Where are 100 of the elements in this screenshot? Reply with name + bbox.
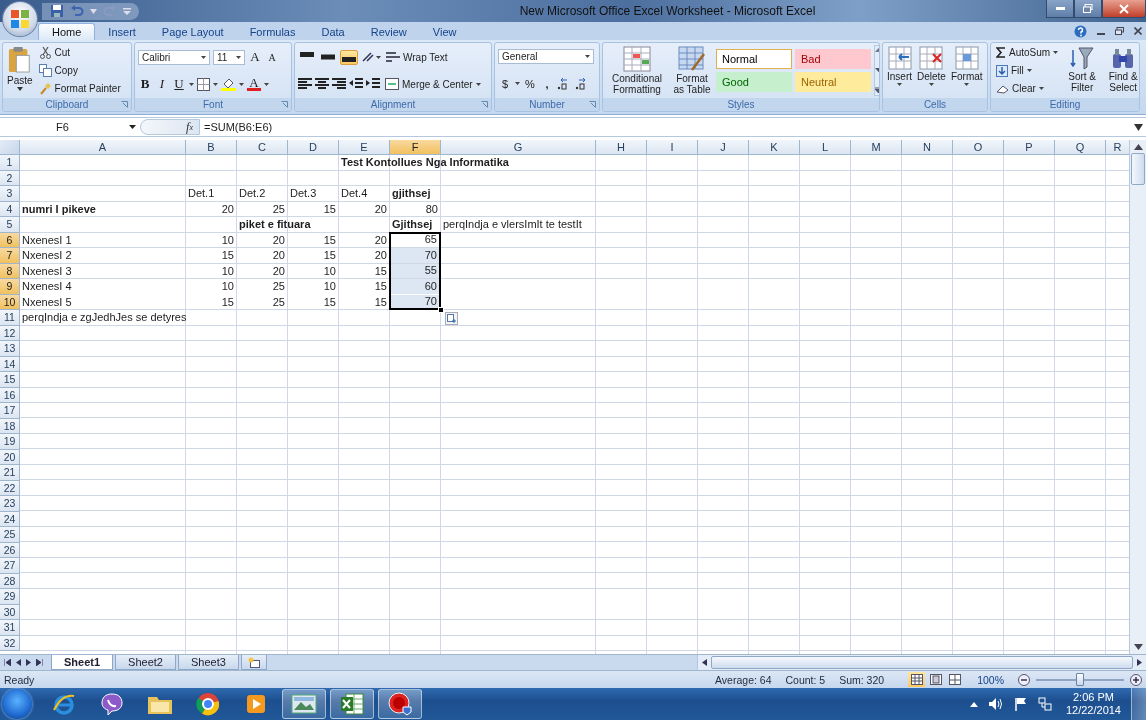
conditional-formatting-button[interactable]: Conditional Formatting	[606, 45, 668, 96]
merge-center-button[interactable]: Merge & Center	[383, 76, 483, 92]
row-header[interactable]: 3	[0, 186, 20, 202]
row-header[interactable]: 19	[0, 434, 20, 450]
office-button[interactable]	[3, 2, 37, 36]
sheet-tab[interactable]: Sheet3	[177, 655, 239, 670]
row-header[interactable]: 21	[0, 465, 20, 481]
row-header[interactable]: 13	[0, 341, 20, 357]
cell-style[interactable]: Neutral	[795, 72, 871, 92]
borders-icon[interactable]	[197, 77, 210, 91]
column-header[interactable]: M	[851, 140, 902, 155]
selected-cell[interactable]: 60	[390, 279, 440, 294]
next-sheet-icon[interactable]	[26, 659, 31, 666]
ribbon-tab[interactable]: Page Layout	[148, 23, 237, 40]
view-button[interactable]	[946, 672, 964, 687]
close-button[interactable]	[1102, 0, 1146, 18]
underline-button[interactable]: U	[172, 76, 186, 92]
comma-button[interactable]: ,	[540, 75, 554, 92]
selected-cell[interactable]: 70	[390, 248, 440, 263]
cut-button[interactable]: Cut	[36, 45, 123, 60]
align-right-icon[interactable]	[332, 78, 346, 90]
sheet-tab[interactable]: Sheet2	[115, 655, 176, 670]
clock-date[interactable]: 12/22/2014	[1065, 704, 1121, 717]
column-header[interactable]: A	[20, 140, 186, 155]
orientation-icon[interactable]	[361, 51, 381, 63]
format-painter-button[interactable]: Format Painter	[36, 81, 123, 96]
zoom-out-icon[interactable]	[1018, 673, 1030, 686]
column-header[interactable]: J	[698, 140, 749, 155]
sort-filter-button[interactable]: Sort & Filter	[1063, 45, 1102, 96]
autosum-button[interactable]: AutoSum	[994, 45, 1061, 60]
paste-options-icon[interactable]	[445, 312, 458, 325]
column-header[interactable]: G	[441, 140, 596, 155]
row-header[interactable]: 25	[0, 527, 20, 543]
row-header[interactable]: 27	[0, 558, 20, 574]
increase-indent-icon[interactable]	[366, 78, 380, 90]
row-header[interactable]: 29	[0, 589, 20, 605]
column-header[interactable]: R	[1106, 140, 1129, 155]
flag-icon[interactable]	[1013, 697, 1028, 711]
row-header[interactable]: 23	[0, 496, 20, 512]
caret-icon[interactable]	[515, 82, 520, 86]
find-select-button[interactable]: Find & Select	[1104, 45, 1139, 96]
ribbon-tab[interactable]: Formulas	[236, 23, 309, 40]
grow-font-button[interactable]: A	[248, 49, 262, 65]
caret-icon[interactable]	[189, 82, 194, 86]
ribbon-tab[interactable]: Data	[308, 23, 358, 40]
column-header[interactable]: C	[237, 140, 288, 155]
fill-color-icon[interactable]	[221, 77, 236, 91]
column-header[interactable]: F	[390, 140, 441, 155]
help-icon[interactable]	[1074, 24, 1087, 38]
network-icon[interactable]	[1037, 697, 1052, 711]
column-header[interactable]: H	[596, 140, 647, 155]
column-header[interactable]: Q	[1055, 140, 1106, 155]
row-header[interactable]: 9	[0, 279, 20, 295]
row-header[interactable]: 15	[0, 372, 20, 388]
column-header[interactable]: B	[186, 140, 237, 155]
cells-button[interactable]: Delete	[916, 45, 947, 96]
cells-button[interactable]: Insert	[886, 45, 913, 96]
row-header[interactable]: 7	[0, 248, 20, 264]
fill-handle[interactable]	[438, 307, 444, 313]
paste-button[interactable]: Paste	[6, 45, 34, 96]
shrink-font-button[interactable]: A	[265, 49, 279, 65]
column-header[interactable]: I	[647, 140, 698, 155]
number-format-field[interactable]: General	[498, 49, 594, 65]
row-header[interactable]: 1	[0, 155, 20, 171]
column-header[interactable]: D	[288, 140, 339, 155]
horizontal-scrollbar[interactable]	[697, 655, 1146, 670]
column-header[interactable]: O	[953, 140, 1004, 155]
scroll-left-icon[interactable]	[702, 659, 707, 666]
view-button[interactable]	[908, 672, 926, 687]
restore-button[interactable]	[1074, 0, 1102, 18]
row-header[interactable]: 5	[0, 217, 20, 233]
insert-sheet-tab[interactable]	[240, 655, 267, 670]
vertical-scrollbar[interactable]	[1129, 140, 1146, 654]
selected-cell[interactable]: 55	[390, 263, 440, 278]
caret-icon[interactable]	[264, 82, 269, 86]
currency-button[interactable]: $	[498, 75, 512, 92]
font-name-field[interactable]: Calibri	[138, 49, 210, 65]
scroll-down-icon[interactable]	[875, 67, 879, 72]
formula-field[interactable]: =SUM(B6:E6)	[200, 121, 1134, 133]
column-header[interactable]: K	[749, 140, 800, 155]
taskbar-button[interactable]	[378, 689, 422, 719]
scroll-thumb[interactable]	[711, 656, 1133, 669]
column-header[interactable]: P	[1004, 140, 1055, 155]
font-color-button[interactable]: A	[247, 77, 261, 91]
vertical-align-button[interactable]	[340, 49, 358, 65]
zoom-level[interactable]: 100%	[977, 673, 1004, 686]
show-hidden-icons-icon[interactable]	[969, 701, 978, 707]
row-header[interactable]: 31	[0, 620, 20, 636]
caret-icon[interactable]	[239, 82, 244, 86]
cells-button[interactable]: Format	[949, 45, 984, 96]
caret-icon[interactable]	[213, 82, 218, 86]
column-header[interactable]: N	[902, 140, 953, 155]
wrap-text-button[interactable]: Wrap Text	[384, 49, 450, 65]
first-sheet-icon[interactable]	[4, 659, 11, 666]
cell-style[interactable]: Normal	[716, 49, 792, 69]
view-button[interactable]	[927, 672, 945, 687]
zoom-in-icon[interactable]	[1130, 673, 1142, 686]
decrease-indent-icon[interactable]	[349, 78, 363, 90]
percent-button[interactable]: %	[523, 75, 537, 92]
clear-button[interactable]: Clear	[994, 81, 1061, 96]
